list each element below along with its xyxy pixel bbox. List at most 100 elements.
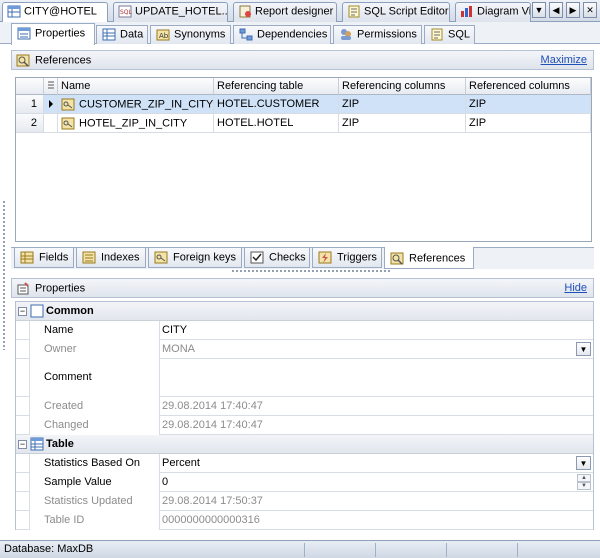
table-row[interactable]: 1 CUSTOMER_ZIP_IN_CITY HOTEL.CUSTOMER ZI… bbox=[16, 95, 591, 114]
maximize-link[interactable]: Maximize bbox=[541, 54, 587, 66]
referencing-table-cell[interactable]: HOTEL.CUSTOMER bbox=[214, 95, 339, 114]
tab-permissions[interactable]: Permissions bbox=[333, 25, 422, 44]
statistics-dropdown-button[interactable]: ▼ bbox=[576, 456, 591, 470]
reference-name: HOTEL_ZIP_IN_CITY bbox=[79, 117, 188, 130]
tab-data[interactable]: Data bbox=[96, 25, 148, 44]
synonyms-icon: Ab bbox=[156, 28, 170, 41]
dependencies-icon bbox=[239, 28, 253, 41]
doc-tab-city-hotel[interactable]: CITY@HOTEL bbox=[2, 2, 108, 23]
tab-synonyms[interactable]: Ab Synonyms bbox=[150, 25, 231, 44]
horizontal-splitter-grip[interactable] bbox=[231, 269, 391, 273]
referenced-columns-cell[interactable]: ZIP bbox=[466, 95, 591, 114]
sql-icon: SQL bbox=[118, 5, 132, 18]
tab-triggers[interactable]: Triggers bbox=[312, 248, 382, 268]
property-row-owner[interactable]: Owner MONA ▼ bbox=[16, 340, 593, 359]
referenced-columns-cell[interactable]: ZIP bbox=[466, 114, 591, 133]
column-chooser-icon[interactable] bbox=[44, 78, 58, 95]
document-tab-bar: CITY@HOTEL SQL UPDATE_HOTEL... Report des… bbox=[0, 0, 600, 23]
tab-label: Triggers bbox=[337, 251, 377, 264]
doc-tab-label: SQL Script Editor bbox=[364, 5, 449, 18]
column-header-name[interactable]: Name bbox=[58, 78, 214, 95]
property-row-name[interactable]: Name CITY bbox=[16, 321, 593, 340]
tab-properties[interactable]: Properties bbox=[11, 23, 95, 45]
vertical-splitter[interactable] bbox=[2, 200, 6, 350]
table-icon bbox=[7, 5, 21, 18]
tab-label: Data bbox=[120, 28, 144, 41]
sample-value-stepper[interactable]: ▲ ▼ bbox=[577, 474, 591, 490]
reference-name-cell[interactable]: CUSTOMER_ZIP_IN_CITY bbox=[58, 95, 214, 114]
hide-link[interactable]: Hide bbox=[564, 282, 587, 294]
tab-foreign-keys[interactable]: Foreign keys bbox=[148, 248, 242, 268]
column-header-referencing-table[interactable]: Referencing table bbox=[214, 78, 339, 95]
tab-sql[interactable]: SQL bbox=[424, 25, 475, 44]
properties-icon bbox=[17, 27, 31, 40]
property-label: Table ID bbox=[29, 511, 160, 530]
doc-tab-update-hotel[interactable]: SQL UPDATE_HOTEL... bbox=[113, 2, 228, 22]
property-value[interactable]: 0 bbox=[160, 473, 593, 492]
foreign-key-icon bbox=[154, 251, 168, 264]
property-label: Owner bbox=[29, 340, 160, 359]
references-panel-header: References Maximize bbox=[11, 50, 594, 70]
scroll-tabs-left-button[interactable]: ◀ bbox=[549, 2, 563, 18]
checks-icon bbox=[250, 251, 264, 264]
properties-panel-title: Properties bbox=[35, 282, 86, 295]
referencing-table-cell[interactable]: HOTEL.HOTEL bbox=[214, 114, 339, 133]
column-header-referencing-columns[interactable]: Referencing columns bbox=[339, 78, 466, 95]
property-value: 0000000000000316 bbox=[162, 514, 260, 526]
tab-label: Dependencies bbox=[257, 28, 328, 41]
tab-label: References bbox=[409, 252, 466, 265]
property-row-sample-value[interactable]: Sample Value 0 ▲ ▼ bbox=[16, 473, 593, 492]
subobject-tab-bar: Fields Indexes Foreign keys Checks Trigg… bbox=[11, 247, 594, 273]
tab-indexes[interactable]: Indexes bbox=[76, 248, 146, 268]
properties-panel-header: Properties Hide bbox=[11, 278, 594, 298]
category-common[interactable]: − Common bbox=[16, 302, 593, 321]
doc-tab-report-designer[interactable]: Report designer bbox=[233, 2, 337, 22]
indexes-icon bbox=[82, 251, 96, 264]
sql-icon bbox=[430, 28, 444, 41]
property-value[interactable]: CITY bbox=[160, 321, 593, 340]
category-table[interactable]: − Table bbox=[16, 435, 593, 454]
stepper-up-icon[interactable]: ▲ bbox=[577, 474, 591, 482]
doc-tab-label: UPDATE_HOTEL... bbox=[135, 5, 228, 18]
properties-icon bbox=[16, 282, 30, 295]
status-separator bbox=[446, 543, 447, 557]
references-grid: Name Referencing table Referencing colum… bbox=[15, 77, 592, 242]
svg-text:Ab: Ab bbox=[159, 32, 169, 40]
property-value[interactable]: MONA bbox=[160, 340, 593, 359]
property-label: Sample Value bbox=[29, 473, 160, 492]
tab-label: SQL bbox=[448, 28, 471, 41]
referencing-columns-cell[interactable]: ZIP bbox=[339, 114, 466, 133]
doc-tab-label: Report designer bbox=[255, 5, 334, 18]
property-value[interactable] bbox=[160, 359, 593, 397]
column-header-referenced-columns[interactable]: Referenced columns bbox=[466, 78, 591, 95]
stepper-down-icon[interactable]: ▼ bbox=[577, 482, 591, 490]
tab-fields[interactable]: Fields bbox=[14, 248, 74, 268]
references-icon bbox=[16, 54, 30, 67]
category-title: Common bbox=[46, 305, 94, 317]
collapse-icon[interactable]: − bbox=[18, 307, 27, 316]
owner-dropdown-button[interactable]: ▼ bbox=[576, 342, 591, 356]
referencing-columns-cell[interactable]: ZIP bbox=[339, 95, 466, 114]
doc-tab-label: CITY@HOTEL bbox=[24, 5, 97, 18]
tab-checks[interactable]: Checks bbox=[244, 248, 310, 268]
tab-references[interactable]: References bbox=[384, 247, 474, 269]
doc-tab-sql-script-editor[interactable]: SQL Script Editor bbox=[342, 2, 450, 22]
references-icon bbox=[390, 252, 404, 265]
tab-list-button[interactable]: ▼ bbox=[532, 2, 546, 18]
reference-name-cell[interactable]: HOTEL_ZIP_IN_CITY bbox=[58, 114, 214, 133]
doc-tab-diagram-view[interactable]: Diagram View bbox=[455, 2, 531, 22]
collapse-icon[interactable]: − bbox=[18, 440, 27, 449]
scroll-tabs-right-button[interactable]: ▶ bbox=[566, 2, 580, 18]
row-indicator-icon bbox=[44, 95, 58, 114]
doc-tab-label: Diagram View bbox=[477, 5, 531, 18]
property-row-table-id: Table ID 0000000000000316 bbox=[16, 511, 593, 530]
property-row-statistics-based-on[interactable]: Statistics Based On Percent ▼ bbox=[16, 454, 593, 473]
property-row-comment[interactable]: Comment bbox=[16, 359, 593, 397]
tab-dependencies[interactable]: Dependencies bbox=[233, 25, 331, 44]
property-value[interactable]: Percent bbox=[160, 454, 593, 473]
table-row[interactable]: 2 HOTEL_ZIP_IN_CITY HOTEL.HOTEL ZIP ZIP bbox=[16, 114, 591, 133]
property-label: Statistics Based On bbox=[29, 454, 160, 473]
foreign-key-icon bbox=[61, 117, 75, 130]
triggers-icon bbox=[318, 251, 332, 264]
close-tab-button[interactable]: ✕ bbox=[583, 2, 597, 18]
